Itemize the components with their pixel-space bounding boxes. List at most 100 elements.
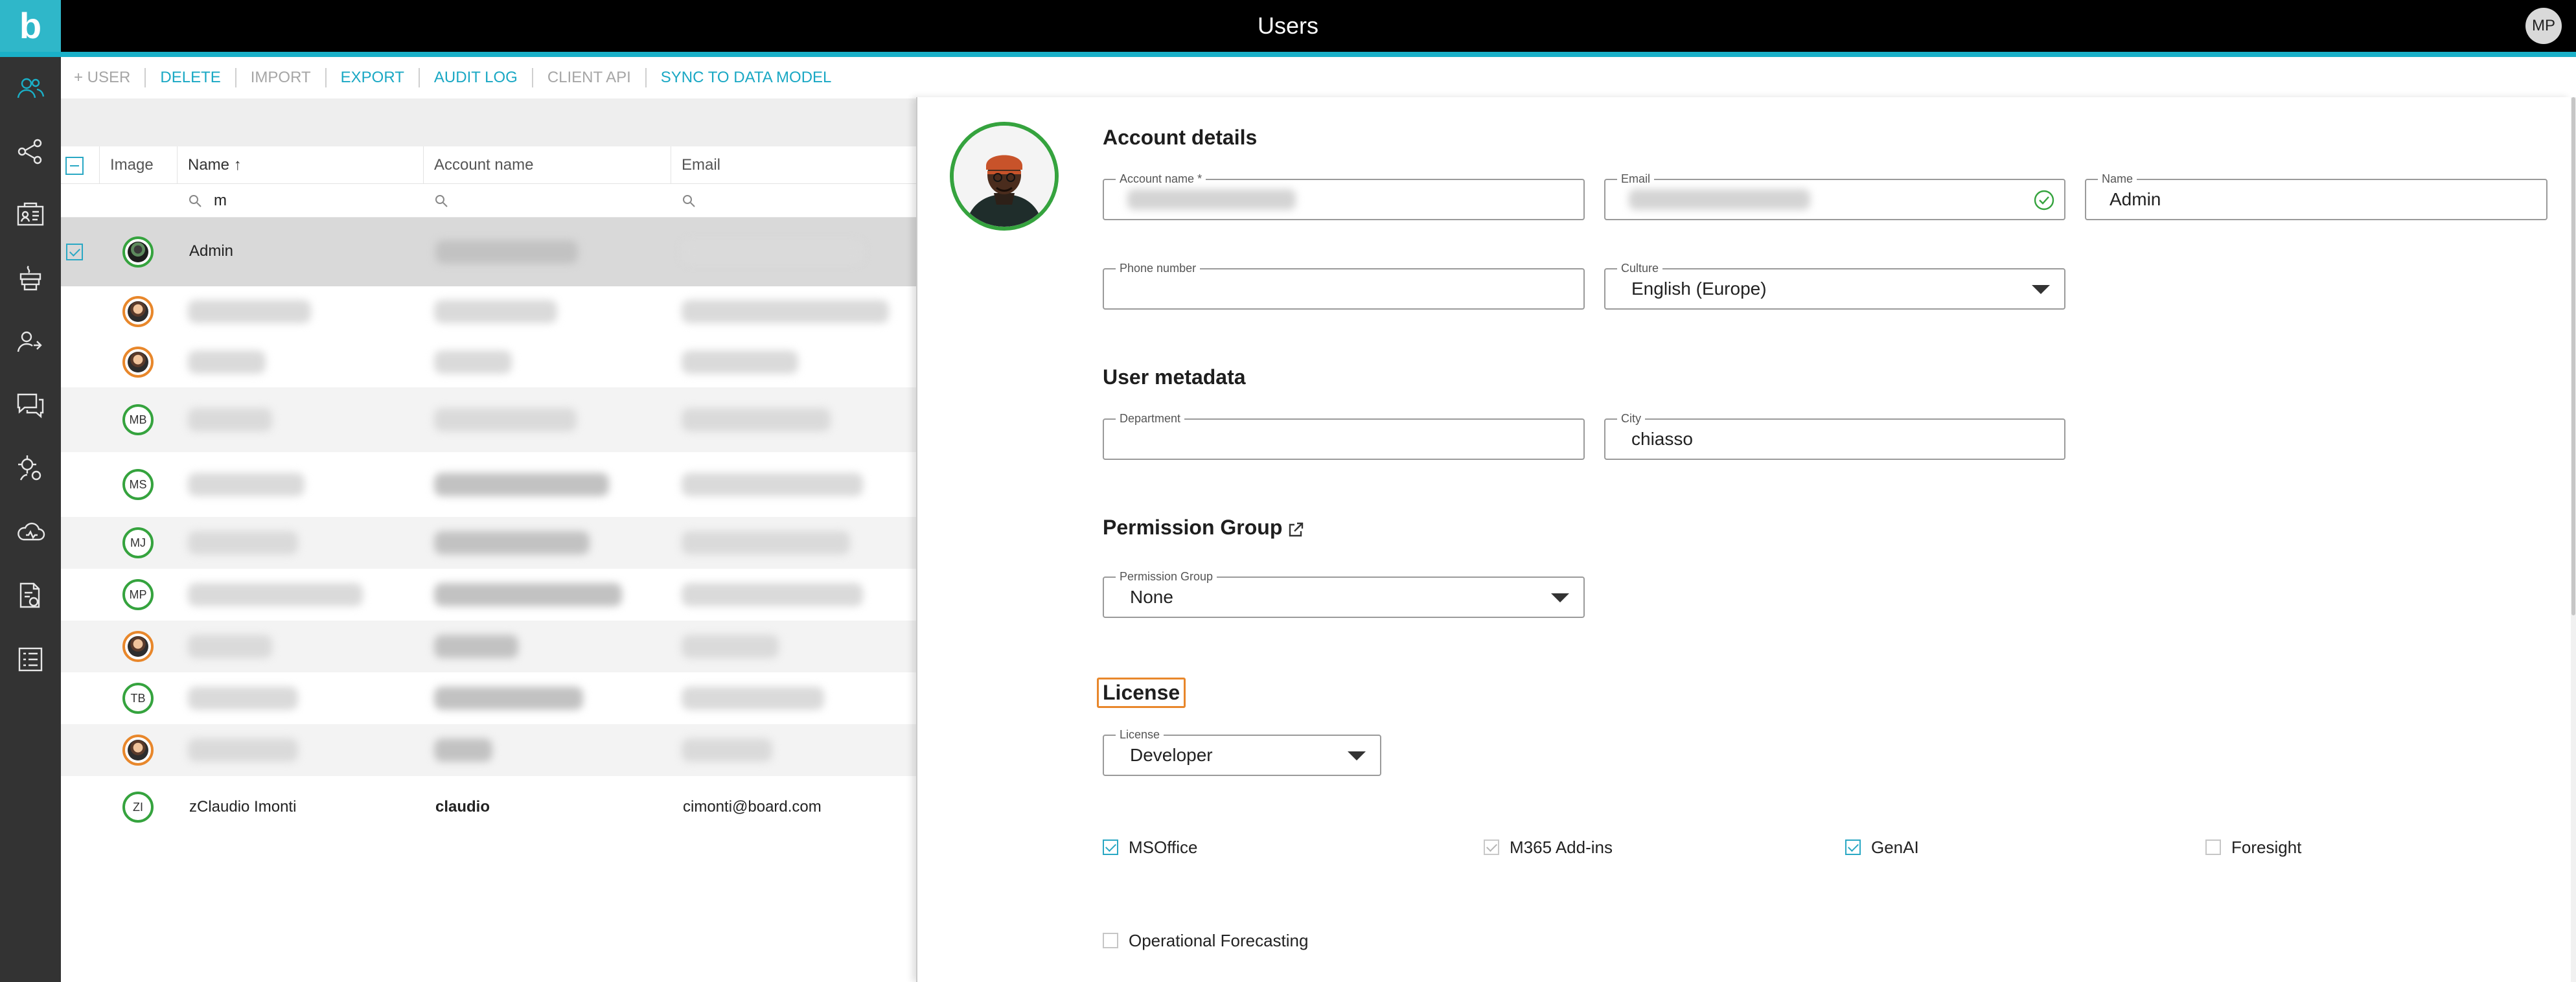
avatar: MB xyxy=(122,404,154,435)
grid-header: Image Name ↑ Account name Email xyxy=(61,146,916,184)
genai-checkbox[interactable]: GenAI xyxy=(1845,834,1919,860)
table-row[interactable]: MJ xyxy=(61,517,916,569)
operational-forecasting-checkbox[interactable]: Operational Forecasting xyxy=(1103,928,1308,953)
redacted-account-name xyxy=(1127,189,1296,210)
table-row[interactable]: MP xyxy=(61,569,916,621)
account-name-field[interactable]: Account name * xyxy=(1103,172,1585,220)
external-link-icon[interactable] xyxy=(1287,521,1305,539)
redacted-email xyxy=(682,635,779,658)
column-email[interactable]: Email xyxy=(671,146,916,184)
table-row[interactable]: MS xyxy=(61,452,916,517)
grid-group-area xyxy=(61,98,916,146)
chat-icon[interactable] xyxy=(0,380,61,431)
foresight-checkbox[interactable]: Foresight xyxy=(2205,834,2301,860)
user-name: zClaudio Imonti xyxy=(189,798,297,816)
table-row[interactable] xyxy=(61,337,916,387)
culture-value: English (Europe) xyxy=(1631,279,1767,299)
users-icon[interactable] xyxy=(0,62,61,114)
department-field[interactable]: Department xyxy=(1103,412,1585,460)
table-row[interactable] xyxy=(61,286,916,337)
city-value: chiasso xyxy=(1631,429,1693,449)
email-filter[interactable] xyxy=(682,184,915,218)
license-select[interactable]: License Developer xyxy=(1103,728,1381,776)
table-row[interactable]: Admin xyxy=(61,218,916,286)
culture-select[interactable]: Culture English (Europe) xyxy=(1604,262,2065,310)
import-button[interactable]: IMPORT xyxy=(236,68,327,87)
chevron-down-icon xyxy=(1551,593,1569,602)
select-all-cell xyxy=(61,146,100,184)
workflow-settings-icon[interactable] xyxy=(0,443,61,495)
data-model-icon[interactable] xyxy=(0,126,61,177)
avatar xyxy=(122,735,154,766)
m365-addins-check[interactable] xyxy=(1484,839,1499,855)
m365-addins-label: M365 Add-ins xyxy=(1510,837,1613,857)
phone-number-label: Phone number xyxy=(1116,262,1201,275)
operational-forecasting-label: Operational Forecasting xyxy=(1129,930,1309,950)
name-filter[interactable]: m xyxy=(188,184,421,218)
redacted-email xyxy=(682,531,850,554)
redacted-account xyxy=(434,300,557,323)
panel-scrollbar[interactable] xyxy=(2571,97,2576,982)
file-settings-icon[interactable] xyxy=(0,570,61,622)
users-toolbar: + USER DELETE IMPORT EXPORT AUDIT LOG CL… xyxy=(61,57,916,98)
name-value: Admin xyxy=(2110,189,2161,209)
board-logo[interactable]: b xyxy=(0,0,61,52)
redacted-account xyxy=(434,408,577,431)
name-field[interactable]: Name Admin xyxy=(2085,172,2547,220)
row-checkbox[interactable] xyxy=(66,244,83,260)
avatar: MJ xyxy=(122,527,154,558)
add-user-button[interactable]: + USER xyxy=(74,68,146,87)
table-row[interactable] xyxy=(61,724,916,776)
city-field[interactable]: City chiasso xyxy=(1604,412,2065,460)
select-all-checkbox[interactable] xyxy=(65,157,84,175)
m365-addins-checkbox[interactable]: M365 Add-ins xyxy=(1484,834,1613,860)
search-icon xyxy=(683,195,695,207)
table-row[interactable]: ZI zClaudio Imonti claudio cimonti@board… xyxy=(61,776,916,838)
export-button[interactable]: EXPORT xyxy=(327,68,420,87)
redacted-email xyxy=(682,738,772,762)
phone-number-field[interactable]: Phone number xyxy=(1103,262,1585,310)
user-settings-icon[interactable] xyxy=(0,316,61,368)
license-heading: License xyxy=(1097,678,1186,708)
avatar: ZI xyxy=(122,792,154,823)
presentation-icon[interactable] xyxy=(0,189,61,241)
redacted-account xyxy=(434,473,609,496)
genai-check[interactable] xyxy=(1845,839,1861,855)
redacted-email xyxy=(682,350,798,374)
account-filter[interactable] xyxy=(434,184,667,218)
audit-log-button[interactable]: AUDIT LOG xyxy=(420,68,533,87)
avatar xyxy=(122,296,154,327)
column-name[interactable]: Name ↑ xyxy=(178,146,424,184)
sync-to-data-model-button[interactable]: SYNC TO DATA MODEL xyxy=(647,68,846,87)
email-field[interactable]: Email xyxy=(1604,172,2065,220)
database-icon[interactable] xyxy=(0,253,61,304)
filter-row: m xyxy=(61,184,916,218)
redacted-name xyxy=(188,687,298,710)
operational-forecasting-check[interactable] xyxy=(1103,933,1118,948)
cloud-icon[interactable] xyxy=(0,507,61,558)
column-account-name[interactable]: Account name xyxy=(424,146,671,184)
table-row[interactable]: TB xyxy=(61,672,916,724)
permission-group-select[interactable]: Permission Group None xyxy=(1103,570,1585,618)
redacted-name xyxy=(188,408,272,431)
table-row[interactable] xyxy=(61,621,916,672)
list-icon[interactable] xyxy=(0,634,61,685)
column-image[interactable]: Image xyxy=(100,146,178,184)
table-row[interactable]: MB xyxy=(61,387,916,452)
user-name: Admin xyxy=(189,242,234,260)
page-title: Users xyxy=(1257,12,1318,39)
department-label: Department xyxy=(1116,412,1185,425)
user-profile-picture[interactable] xyxy=(950,122,1059,231)
valid-check-icon xyxy=(2034,190,2054,211)
search-icon xyxy=(435,195,448,207)
msoffice-checkbox[interactable]: MSOffice xyxy=(1103,834,1197,860)
accent-stripe xyxy=(0,52,2576,57)
client-api-button[interactable]: CLIENT API xyxy=(533,68,647,87)
delete-button[interactable]: DELETE xyxy=(146,68,236,87)
scrollbar-thumb[interactable] xyxy=(2571,97,2575,615)
msoffice-check[interactable] xyxy=(1103,839,1118,855)
user-avatar[interactable]: MP xyxy=(2525,8,2562,44)
chevron-down-icon xyxy=(1348,751,1366,760)
redacted-name xyxy=(188,583,363,606)
foresight-check[interactable] xyxy=(2205,839,2221,855)
